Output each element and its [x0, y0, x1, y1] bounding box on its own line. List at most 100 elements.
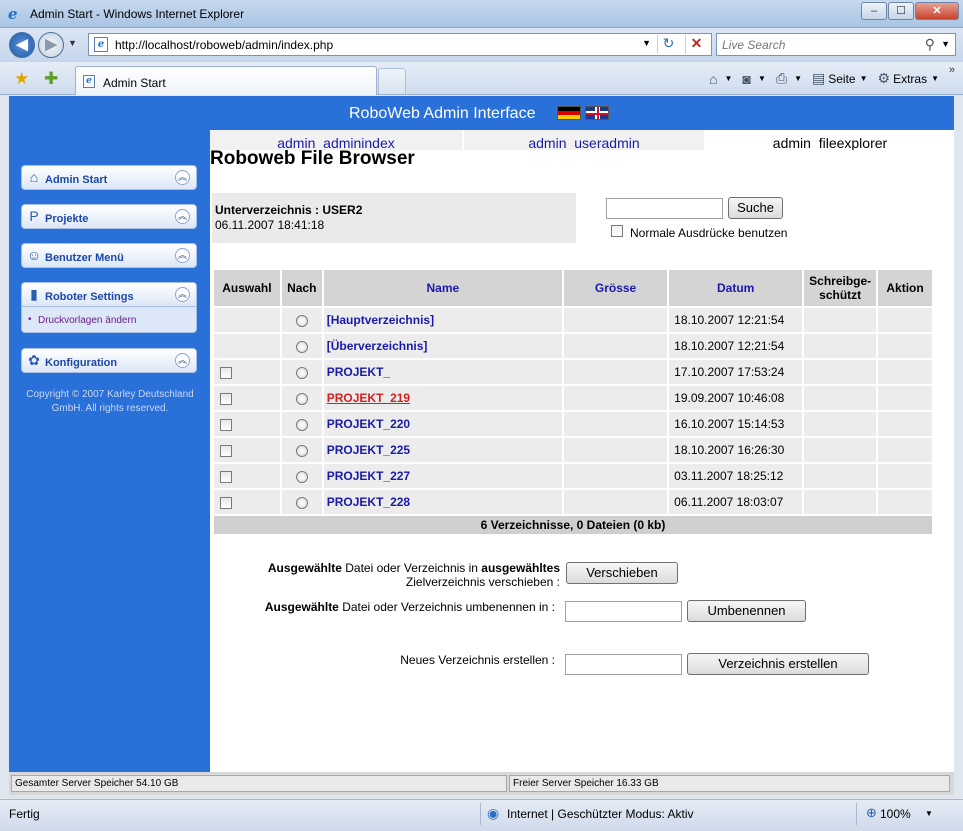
mkdir-button[interactable]: Verzeichnis erstellen: [687, 653, 869, 675]
live-search-field[interactable]: Live Search ⚲ ▼: [716, 33, 956, 56]
col-schreibgeschuetzt: Schreibge-schützt: [804, 270, 877, 306]
rename-button[interactable]: Umbenennen: [687, 600, 806, 622]
search-dropdown-icon[interactable]: ▼: [941, 39, 950, 49]
live-search-placeholder: Live Search: [722, 38, 786, 52]
search-icon[interactable]: ⚲: [925, 36, 935, 53]
folder-link[interactable]: PROJEKT_: [323, 360, 562, 384]
page-icon: e: [94, 37, 108, 52]
select-checkbox[interactable]: [220, 392, 232, 405]
sidebar-item-admin-start[interactable]: ⌂ Admin Start ︽: [21, 165, 197, 190]
col-datum-sort[interactable]: Datum: [669, 270, 803, 306]
history-dropdown-icon[interactable]: ▼: [68, 38, 77, 48]
size-cell: [563, 334, 668, 358]
col-name-sort[interactable]: Name: [323, 270, 562, 306]
close-button[interactable]: ✕: [915, 2, 959, 20]
mkdir-input[interactable]: [565, 654, 682, 675]
folder-link[interactable]: PROJEKT_220: [323, 412, 562, 436]
new-tab-button[interactable]: [378, 68, 406, 94]
folder-link[interactable]: [Hauptverzeichnis]: [323, 308, 562, 332]
page-title: Roboweb File Browser: [210, 148, 415, 169]
target-radio[interactable]: [295, 496, 308, 509]
sidebar-subitem-druckvorlagen[interactable]: Druckvorlagen ändern: [38, 315, 136, 326]
target-radio[interactable]: [295, 470, 308, 483]
stop-icon[interactable]: ✕: [685, 35, 707, 54]
target-radio[interactable]: [295, 314, 308, 327]
address-dropdown-icon[interactable]: ▼: [642, 38, 651, 48]
select-checkbox[interactable]: [220, 470, 232, 483]
sidebar-item-roboter-settings[interactable]: ▮ Roboter Settings ︽: [21, 282, 197, 307]
regex-checkbox[interactable]: [611, 225, 623, 237]
address-url[interactable]: http://localhost/roboweb/admin/index.php: [115, 38, 333, 52]
target-radio[interactable]: [295, 418, 308, 431]
zoom-icon[interactable]: ⊕: [866, 805, 877, 821]
folder-link[interactable]: PROJEKT_228: [323, 490, 562, 514]
target-radio[interactable]: [295, 366, 308, 379]
col-groesse-sort[interactable]: Grösse: [563, 270, 668, 306]
address-field[interactable]: e http://localhost/roboweb/admin/index.p…: [88, 33, 712, 56]
search-button[interactable]: Suche: [728, 197, 783, 219]
uk-flag-icon[interactable]: [585, 106, 609, 120]
action-cell: [878, 360, 932, 384]
folder-link[interactable]: PROJEKT_227: [323, 464, 562, 488]
page-menu-button[interactable]: ▤ Seite ▼: [812, 70, 868, 87]
tab-adminindex[interactable]: admin_adminindex: [210, 130, 462, 150]
tab-useradmin[interactable]: admin_useradmin: [464, 130, 704, 150]
col-nach: Nach: [281, 270, 322, 306]
search-input[interactable]: [606, 198, 723, 219]
forward-button[interactable]: ▶: [38, 32, 64, 58]
directory-date: 06.11.2007 18:41:18: [215, 218, 325, 232]
select-checkbox[interactable]: [220, 366, 232, 379]
rename-input[interactable]: [565, 601, 682, 622]
move-button[interactable]: Verschieben: [566, 562, 678, 584]
copyright: Copyright © 2007 Karley Deutschland GmbH…: [26, 389, 194, 414]
german-flag-icon[interactable]: [557, 106, 581, 120]
chevron-up-icon[interactable]: ︽: [175, 287, 190, 302]
maximize-button[interactable]: ☐: [888, 2, 914, 20]
target-radio[interactable]: [295, 444, 308, 457]
site-title: RoboWeb Admin Interface: [349, 105, 536, 122]
target-radio[interactable]: [295, 340, 308, 353]
status-divider: [480, 803, 481, 825]
tab-page-icon: e: [83, 75, 95, 88]
tools-menu-button[interactable]: ⚙ Extras ▼: [878, 70, 940, 87]
favorites-star-icon[interactable]: ★: [14, 69, 29, 89]
folder-link[interactable]: [Überverzeichnis]: [323, 334, 562, 358]
zoom-level[interactable]: 100%: [880, 807, 911, 821]
tab-fileexplorer[interactable]: admin_fileexplorer: [706, 130, 954, 150]
security-zone[interactable]: Internet | Geschützter Modus: Aktiv: [507, 807, 694, 821]
sidebar-item-konfiguration[interactable]: ✿ Konfiguration ︽: [21, 348, 197, 373]
sidebar-item-benutzer[interactable]: ☺ Benutzer Menü ︽: [21, 243, 197, 268]
tab-admin-start[interactable]: e Admin Start: [75, 66, 377, 95]
select-checkbox[interactable]: [220, 496, 232, 509]
move-label: Ausgewählte Datei oder Verzeichnis in au…: [220, 561, 560, 589]
refresh-icon[interactable]: ↻: [657, 35, 679, 54]
select-checkbox[interactable]: [220, 418, 232, 431]
home-button[interactable]: ⌂ ▼: [709, 71, 732, 87]
file-table: Auswahl Nach Name Grösse Datum Schreibge…: [212, 268, 934, 536]
folder-link[interactable]: PROJEKT_219: [323, 386, 562, 410]
select-cell: [214, 308, 280, 332]
minimize-button[interactable]: –: [861, 2, 887, 20]
chevron-up-icon[interactable]: ︽: [175, 248, 190, 263]
home-icon: ⌂: [29, 169, 39, 185]
select-checkbox[interactable]: [220, 444, 232, 457]
zoom-dropdown-icon[interactable]: ▼: [925, 809, 933, 818]
home-icon: ⌂: [709, 70, 718, 87]
tab-useradmin-link[interactable]: admin_useradmin: [528, 135, 639, 150]
add-favorites-icon[interactable]: ✚: [44, 69, 58, 89]
chevron-up-icon[interactable]: ︽: [175, 353, 190, 368]
print-button[interactable]: ⎙ ▼: [776, 70, 802, 87]
chevron-right-icon[interactable]: »: [949, 64, 955, 76]
readonly-cell: [804, 308, 877, 332]
target-radio[interactable]: [295, 392, 308, 405]
chevron-up-icon[interactable]: ︽: [175, 170, 190, 185]
back-button[interactable]: ◀: [9, 32, 35, 58]
readonly-cell: [804, 360, 877, 384]
feeds-button[interactable]: ◙ ▼: [742, 71, 765, 87]
chevron-up-icon[interactable]: ︽: [175, 209, 190, 224]
sidebar-item-projekte[interactable]: P Projekte ︽: [21, 204, 197, 229]
date-cell: 17.10.2007 17:53:24: [669, 360, 803, 384]
status-text: Fertig: [9, 807, 40, 821]
folder-link[interactable]: PROJEKT_225: [323, 438, 562, 462]
regex-label: Normale Ausdrücke benutzen: [630, 226, 788, 240]
